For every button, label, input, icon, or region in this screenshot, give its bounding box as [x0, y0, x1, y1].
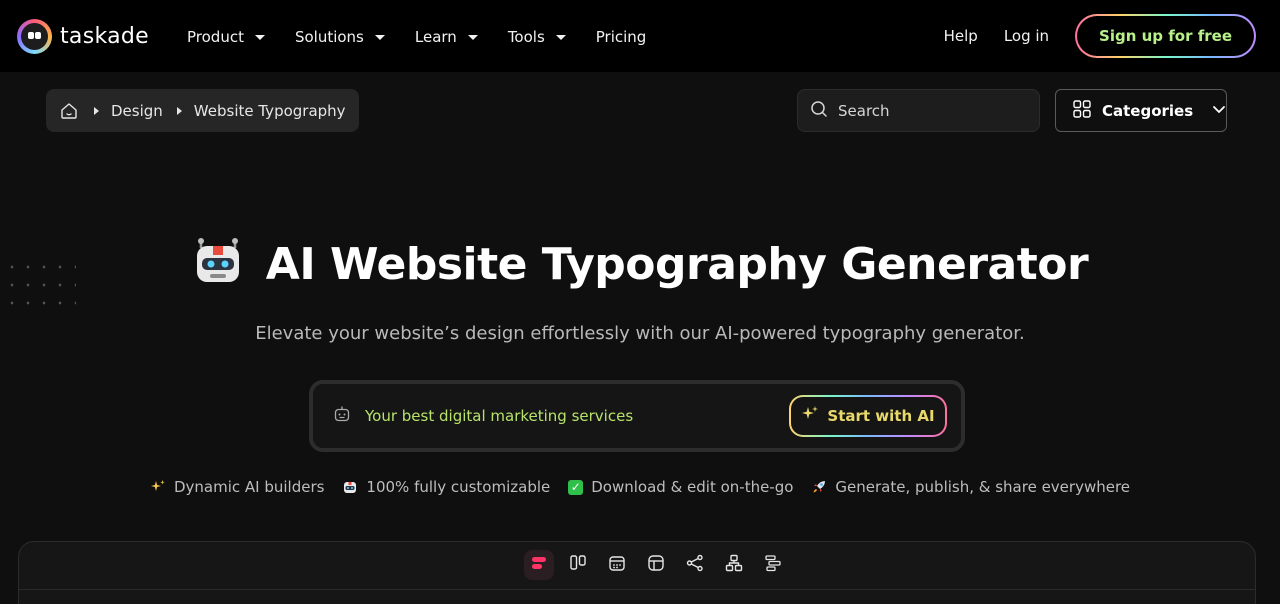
signup-button[interactable]: Sign up for free [1075, 14, 1256, 58]
search-icon [810, 100, 828, 122]
search-input[interactable] [838, 101, 1028, 120]
list-icon [529, 553, 549, 577]
main-menu: Product Solutions Learn Tools Pricing [187, 25, 676, 49]
rocket-icon [811, 479, 827, 495]
sparkles-icon [150, 479, 166, 495]
feature-label: Download & edit on-the-go [591, 478, 794, 496]
view-mindmap-button[interactable] [680, 550, 710, 580]
robot-icon [342, 479, 358, 495]
panel-divider [19, 589, 1255, 590]
feature-label: Generate, publish, & share everywhere [835, 478, 1131, 496]
nav-item-label: Tools [507, 28, 545, 46]
orgchart-icon [724, 553, 744, 577]
hero-subtitle: Elevate your website’s design effortless… [255, 323, 1025, 344]
feature-item: 100% fully customizable [342, 478, 550, 496]
prompt-box[interactable]: Your best digital marketing services Sta… [309, 380, 965, 452]
view-list-button[interactable] [524, 550, 554, 580]
mindmap-icon [685, 553, 705, 577]
grid-icon [1072, 99, 1092, 123]
hero-title: AI Website Typography Generator [0, 236, 1280, 292]
nav-item-label: Product [187, 28, 244, 46]
robot-icon [192, 236, 244, 292]
view-table-button[interactable] [641, 550, 671, 580]
start-with-ai-button[interactable]: Start with AI [789, 395, 947, 437]
nav-item-label: Solutions [294, 28, 364, 46]
search-box[interactable] [797, 89, 1040, 132]
nav-item-label: Pricing [595, 28, 647, 46]
view-orgchart-button[interactable] [719, 550, 749, 580]
check-icon: ✓ [568, 479, 584, 495]
bot-icon [333, 405, 365, 427]
top-navigation: taskade Product Solutions Learn Tools Pr… [0, 0, 1280, 72]
feature-list: Dynamic AI builders 100% fully customiza… [0, 478, 1280, 496]
breadcrumb-item-design[interactable]: Design [111, 102, 163, 120]
view-gantt-button[interactable] [758, 550, 788, 580]
nav-item-pricing[interactable]: Pricing [596, 25, 647, 49]
nav-item-solutions[interactable]: Solutions [295, 25, 385, 49]
help-link[interactable]: Help [944, 27, 978, 45]
taskade-logo-icon [17, 19, 52, 54]
feature-label: 100% fully customizable [366, 478, 551, 496]
nav-item-tools[interactable]: Tools [508, 25, 566, 49]
caret-down-icon [555, 34, 566, 40]
caret-down-icon [254, 34, 265, 40]
login-link[interactable]: Log in [1004, 27, 1049, 45]
taskade-logo[interactable]: taskade [17, 19, 149, 54]
chevron-down-icon [1211, 101, 1227, 121]
nav-item-product[interactable]: Product [187, 25, 265, 49]
caret-down-icon [467, 34, 478, 40]
board-icon [568, 553, 588, 577]
sparkles-icon [801, 405, 819, 427]
home-icon[interactable] [58, 100, 80, 122]
nav-item-learn[interactable]: Learn [415, 25, 478, 49]
preview-panel [18, 541, 1256, 604]
feature-item: Dynamic AI builders [150, 478, 324, 496]
view-switcher [524, 550, 788, 580]
breadcrumb: Design Website Typography [46, 89, 359, 132]
caret-down-icon [374, 34, 385, 40]
view-board-button[interactable] [563, 550, 593, 580]
categories-label: Categories [1102, 101, 1194, 120]
page-title: AI Website Typography Generator [265, 238, 1089, 290]
categories-dropdown[interactable]: Categories [1055, 89, 1227, 132]
nav-item-label: Learn [414, 28, 457, 46]
brand-name: taskade [60, 24, 150, 49]
view-calendar-button[interactable] [602, 550, 632, 580]
calendar-icon [607, 553, 627, 577]
start-with-ai-label: Start with AI [827, 407, 935, 425]
feature-item: ✓ Download & edit on-the-go [568, 478, 793, 496]
table-icon [646, 553, 666, 577]
chevron-right-icon [94, 106, 99, 115]
chevron-right-icon [176, 106, 182, 115]
breadcrumb-item-current[interactable]: Website Typography [194, 102, 346, 120]
nav-actions: Help Log in Sign up for free [944, 14, 1256, 58]
gantt-icon [763, 553, 783, 577]
feature-label: Dynamic AI builders [173, 478, 325, 496]
prompt-input[interactable]: Your best digital marketing services [365, 407, 789, 425]
feature-item: Generate, publish, & share everywhere [811, 478, 1130, 496]
